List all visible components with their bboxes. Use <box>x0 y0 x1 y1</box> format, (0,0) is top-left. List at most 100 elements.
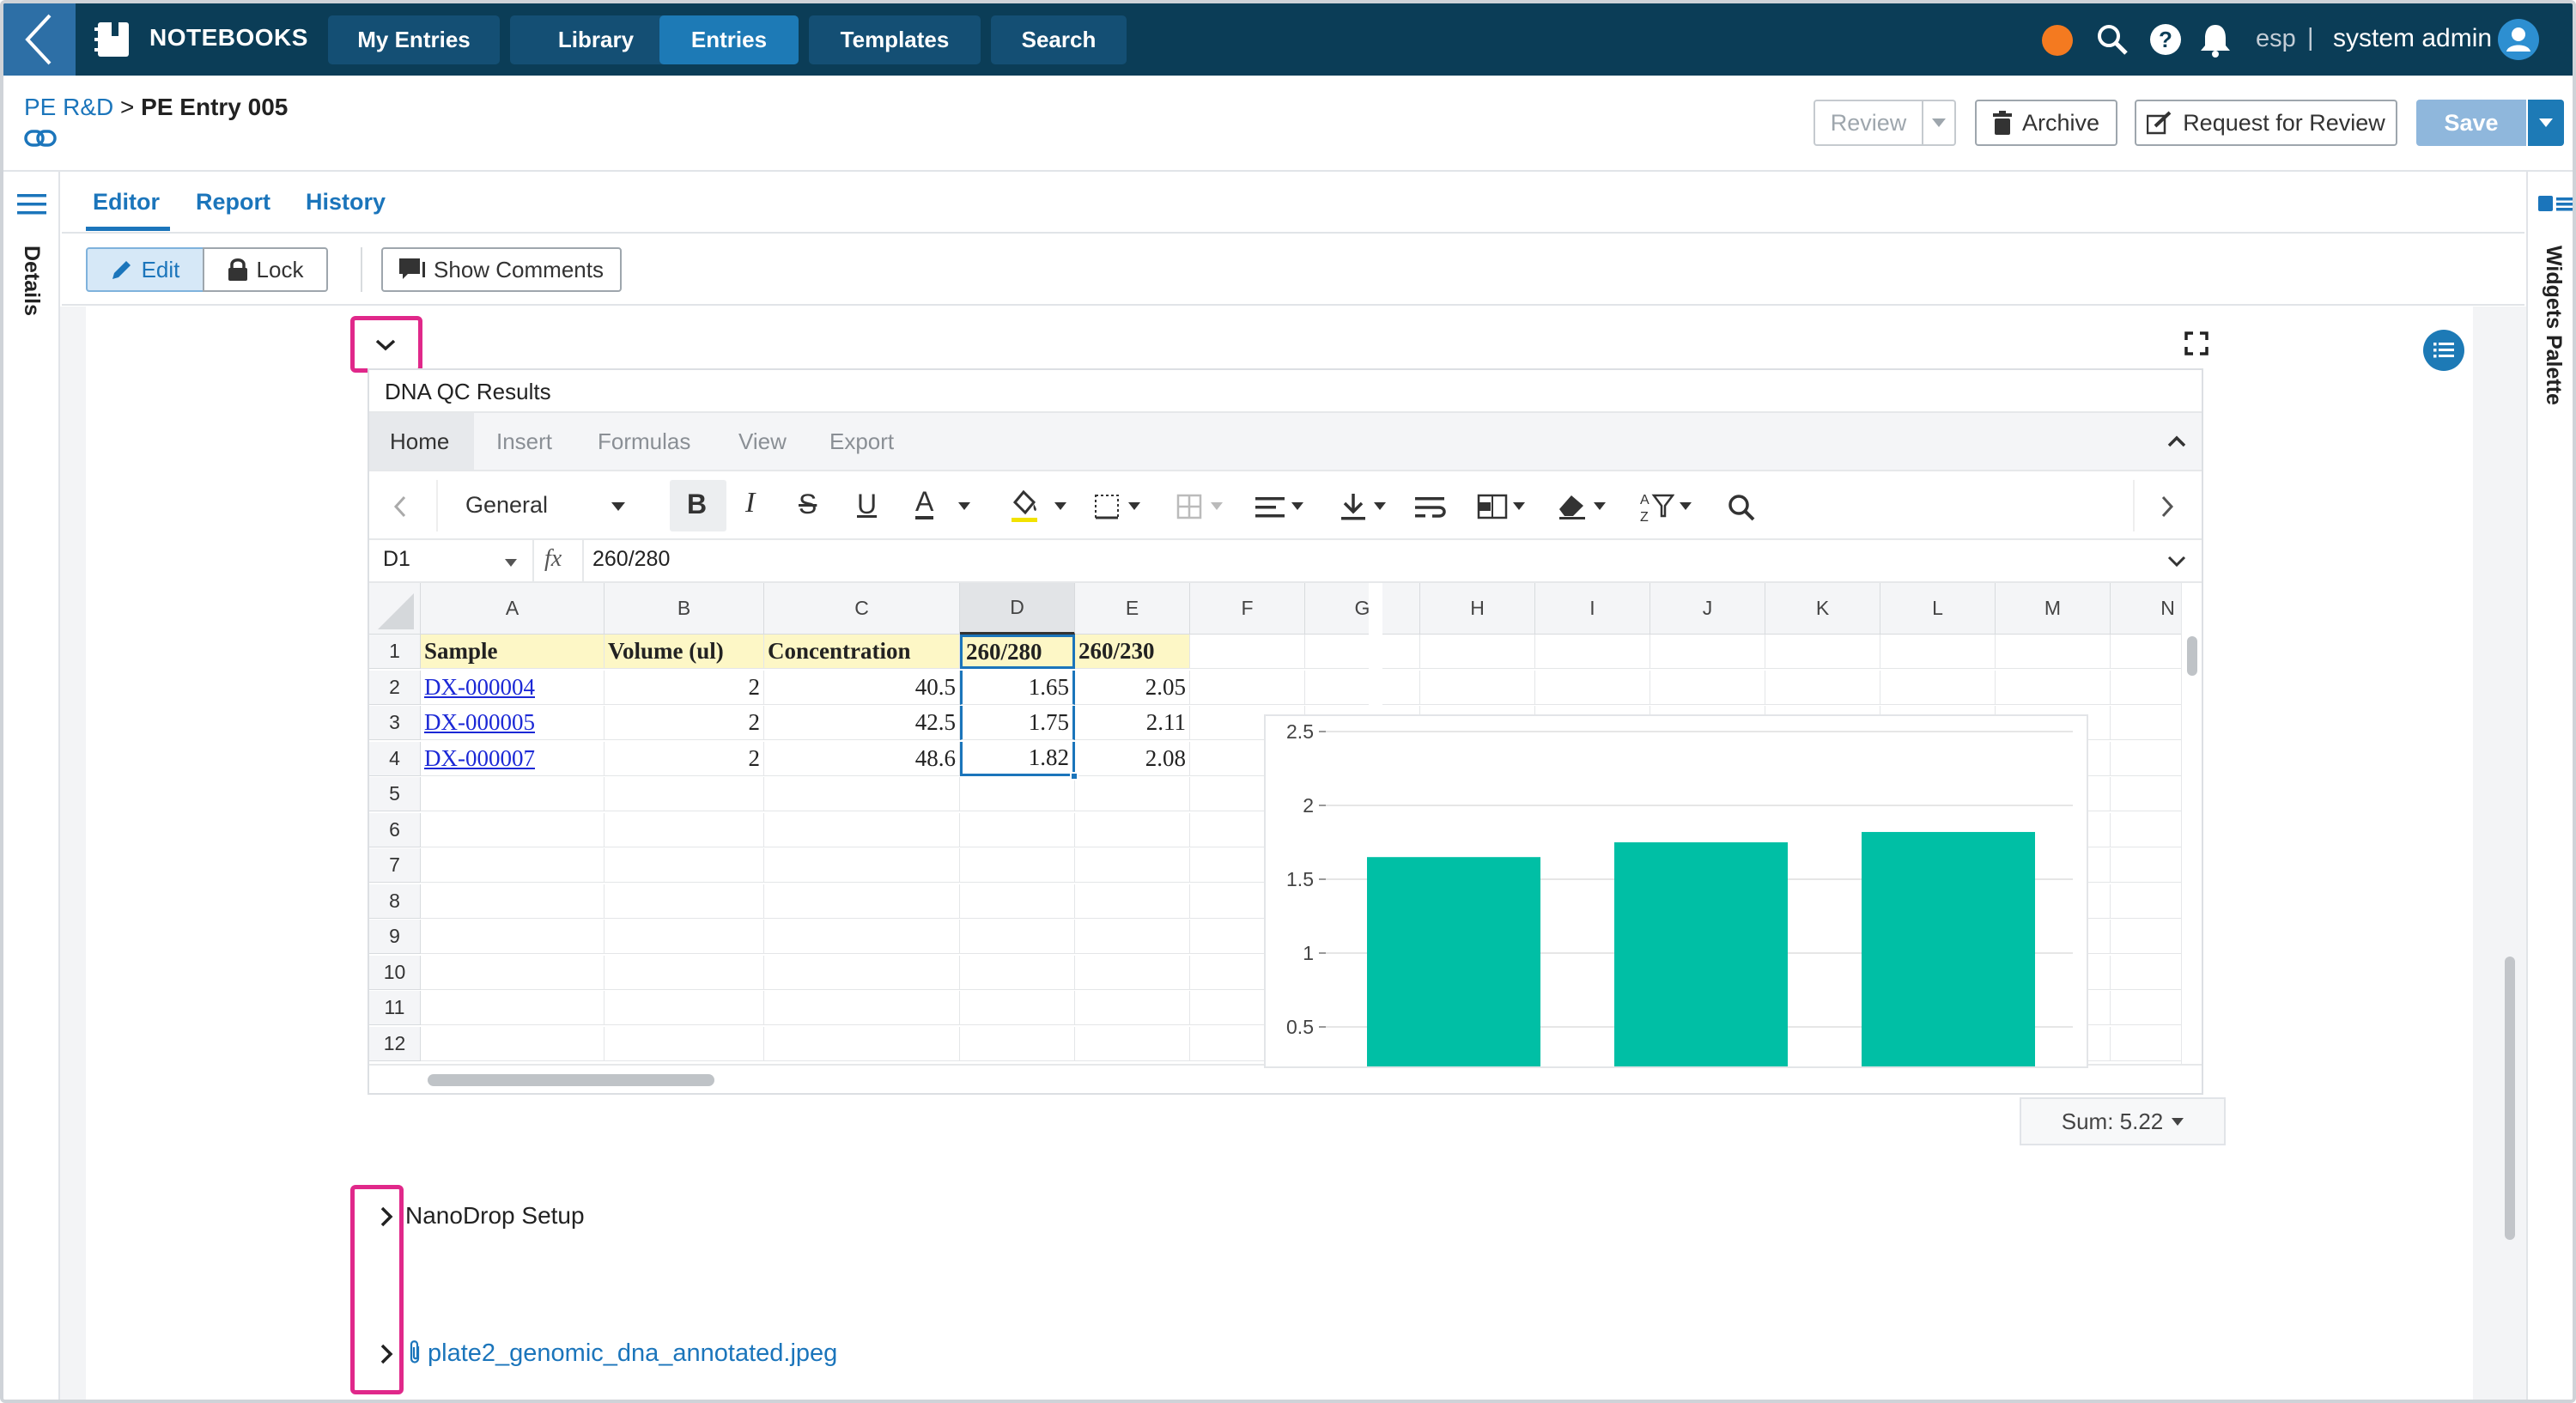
horizontal-scroll-thumb[interactable] <box>428 1074 714 1086</box>
grid-cell[interactable] <box>1650 635 1765 669</box>
value-cell[interactable]: 2.08 <box>1075 741 1190 776</box>
value-cell[interactable]: 42.5 <box>764 706 960 740</box>
grid-cell[interactable] <box>764 848 960 883</box>
grid-cell[interactable] <box>764 884 960 919</box>
grid-cell[interactable] <box>605 991 764 1025</box>
grid-cell[interactable] <box>960 848 1075 883</box>
grid-cell[interactable] <box>764 812 960 847</box>
align-dropdown-icon[interactable] <box>1291 502 1303 510</box>
grid-cell[interactable] <box>1075 1026 1190 1061</box>
collapse-ribbon-icon[interactable] <box>2167 435 2186 447</box>
grid-cell[interactable] <box>764 1026 960 1061</box>
grid-cell[interactable] <box>421 1026 605 1061</box>
header-cell[interactable]: Sample <box>421 635 605 669</box>
grid-cell[interactable] <box>1190 635 1305 669</box>
header-cell[interactable]: 260/230 <box>1075 635 1190 669</box>
column-header[interactable]: L <box>1880 583 1996 635</box>
grid-cell[interactable] <box>421 884 605 919</box>
status-sum-button[interactable]: Sum: 5.22 <box>2020 1097 2226 1145</box>
format-dropdown-icon[interactable] <box>611 502 625 511</box>
nav-entries[interactable]: Entries <box>659 15 799 64</box>
column-header[interactable]: D <box>960 583 1075 635</box>
value-cell[interactable]: 2 <box>605 670 764 705</box>
value-cell[interactable]: 48.6 <box>764 741 960 776</box>
row-header[interactable]: 4 <box>369 741 421 776</box>
grid-cell[interactable] <box>1075 884 1190 919</box>
nanodrop-section-title[interactable]: NanoDrop Setup <box>405 1202 585 1230</box>
grid-cell[interactable] <box>764 991 960 1025</box>
show-comments-button[interactable]: Show Comments <box>381 247 622 292</box>
grid-cell[interactable] <box>1650 670 1765 705</box>
number-format-select[interactable]: General <box>465 492 548 519</box>
grid-cell[interactable] <box>764 777 960 811</box>
bell-icon[interactable] <box>2198 22 2233 58</box>
grid-cell[interactable] <box>605 955 764 990</box>
italic-icon[interactable]: I <box>745 487 755 519</box>
column-header[interactable]: M <box>1996 583 2111 635</box>
value-cell[interactable]: 2 <box>605 706 764 740</box>
grid-cell[interactable] <box>1996 635 2111 669</box>
grid-cell[interactable] <box>421 991 605 1025</box>
row-header[interactable]: 8 <box>369 884 421 919</box>
chevron-down-icon[interactable] <box>374 338 397 352</box>
tab-editor[interactable]: Editor <box>93 189 160 216</box>
grid-cell[interactable] <box>1075 812 1190 847</box>
chart-bar[interactable] <box>1614 842 1788 1066</box>
sort-filter-icon[interactable]: AZ <box>1640 490 1674 523</box>
ribbon-tab-home[interactable]: Home <box>390 428 449 455</box>
grid-cell[interactable] <box>960 991 1075 1025</box>
value-cell[interactable]: 2.05 <box>1075 670 1190 705</box>
grid-cell[interactable] <box>1765 670 1880 705</box>
review-dropdown[interactable] <box>1923 100 1956 146</box>
grid-cell[interactable] <box>1075 920 1190 954</box>
edit-button[interactable]: Edit <box>86 247 204 292</box>
column-header[interactable]: C <box>764 583 960 635</box>
select-all-corner[interactable] <box>369 583 421 635</box>
language-selector[interactable]: esp <box>2256 25 2296 53</box>
ribbon-scroll-right-icon[interactable] <box>2160 495 2174 518</box>
font-color-icon[interactable]: A <box>915 487 934 519</box>
column-header[interactable]: B <box>605 583 764 635</box>
chevron-right-icon[interactable] <box>380 1206 393 1228</box>
clear-dropdown-icon[interactable] <box>1594 502 1606 510</box>
column-header[interactable]: K <box>1765 583 1880 635</box>
ribbon-scroll-left-icon[interactable] <box>393 495 407 518</box>
value-cell[interactable]: 1.75 <box>960 706 1075 740</box>
value-cell[interactable]: 2.11 <box>1075 706 1190 740</box>
grid-cell[interactable] <box>421 848 605 883</box>
ribbon-tab-export[interactable]: Export <box>829 428 894 455</box>
search-icon[interactable] <box>2095 22 2129 57</box>
value-cell[interactable]: 2 <box>605 741 764 776</box>
nav-search[interactable]: Search <box>991 15 1127 64</box>
archive-button[interactable]: Archive <box>1975 100 2117 146</box>
outline-button[interactable] <box>2423 330 2464 371</box>
chevron-right-icon[interactable] <box>380 1343 393 1365</box>
grid-cell[interactable] <box>1880 670 1996 705</box>
row-header[interactable]: 10 <box>369 955 421 990</box>
grid-cell[interactable] <box>1075 777 1190 811</box>
grid-cell[interactable] <box>1190 670 1305 705</box>
merge-dropdown-icon[interactable] <box>1211 502 1223 510</box>
vertical-scroll-thumb[interactable] <box>2187 636 2197 676</box>
chart-bar[interactable] <box>1862 831 2035 1066</box>
expand-formula-icon[interactable] <box>2167 556 2186 568</box>
breadcrumb-parent-link[interactable]: PE R&D <box>24 94 113 120</box>
column-header[interactable]: G <box>1305 583 1420 635</box>
grid-cell[interactable] <box>1075 955 1190 990</box>
row-header[interactable]: 9 <box>369 920 421 954</box>
value-cell[interactable]: 1.65 <box>960 670 1075 705</box>
grid-cell[interactable] <box>605 812 764 847</box>
find-icon[interactable] <box>1728 494 1755 521</box>
grid-cell[interactable] <box>960 1026 1075 1061</box>
column-header[interactable]: F <box>1190 583 1305 635</box>
sample-link-cell[interactable]: DX-000005 <box>421 706 605 740</box>
cell-ref-box[interactable]: D1 <box>383 547 410 572</box>
tab-history[interactable]: History <box>306 189 386 216</box>
grid-cell[interactable] <box>960 920 1075 954</box>
grid-cell[interactable] <box>1535 670 1650 705</box>
fill-dropdown-icon[interactable] <box>1054 502 1066 510</box>
grid-cell[interactable] <box>421 920 605 954</box>
grid-cell[interactable] <box>1305 635 1420 669</box>
sample-link-cell[interactable]: DX-000004 <box>421 670 605 705</box>
row-header[interactable]: 2 <box>369 670 421 705</box>
